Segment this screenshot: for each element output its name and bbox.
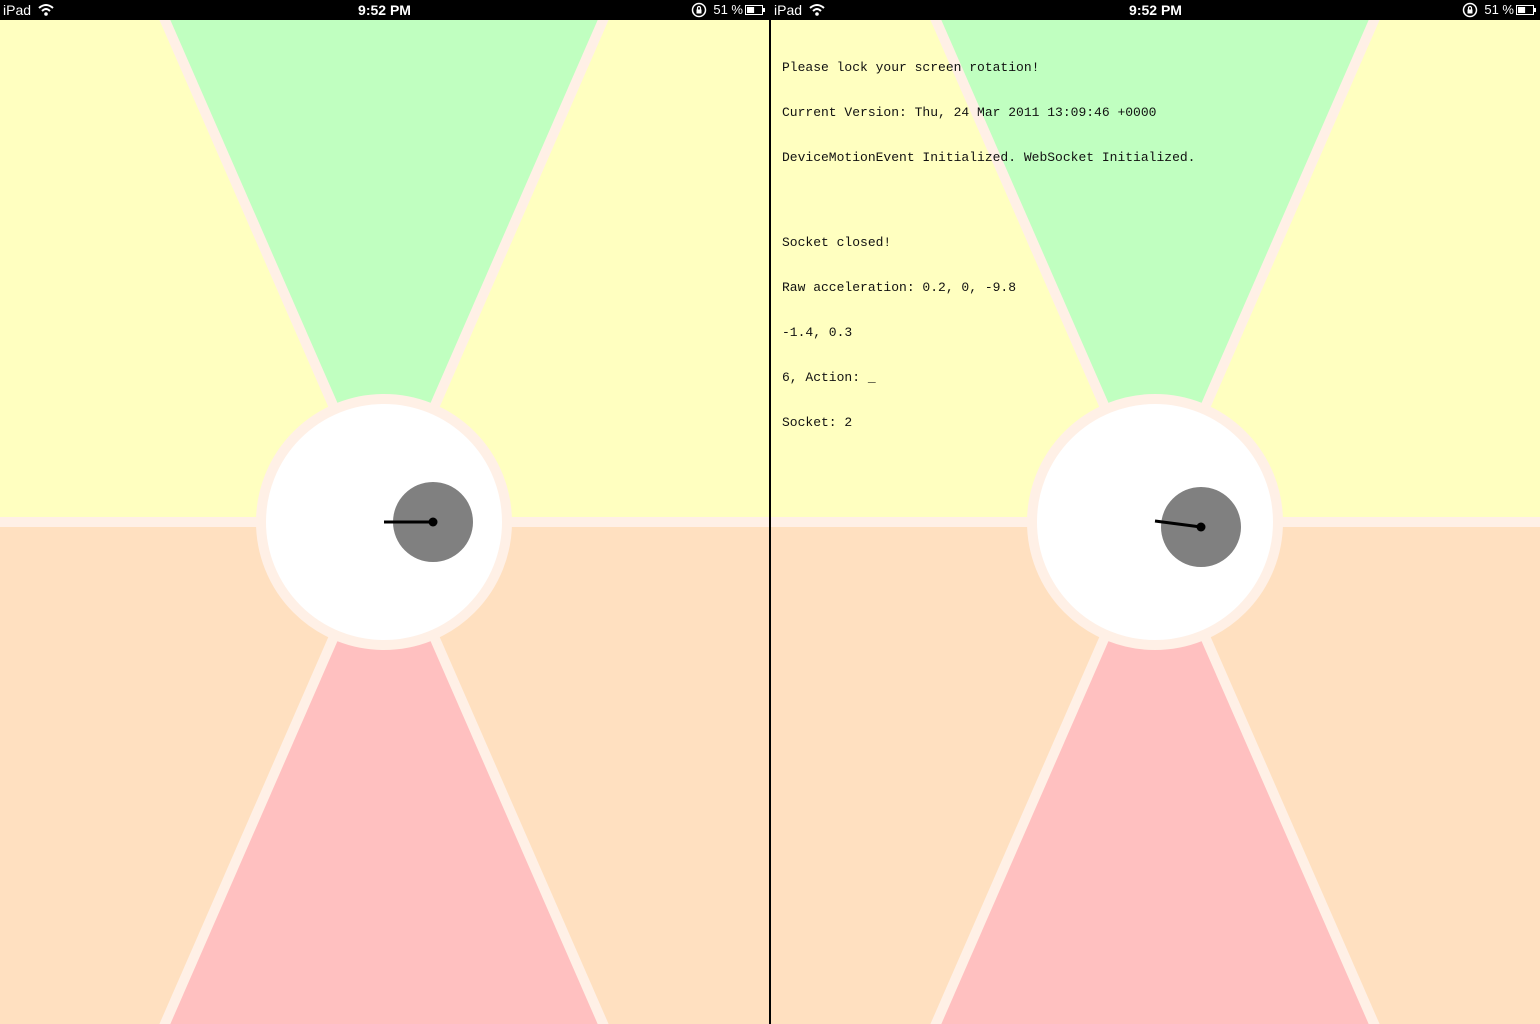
console-line: Please lock your screen rotation!	[782, 60, 1040, 75]
battery-icon	[745, 5, 765, 15]
clock-time: 9:52 PM	[358, 2, 411, 18]
ipad-screen-left: iPad 9:52 PM 51 %	[0, 0, 769, 1024]
controller-area[interactable]	[0, 20, 769, 1024]
console-gap	[782, 195, 1195, 205]
clock-time: 9:52 PM	[1129, 2, 1182, 18]
needle-pivot	[1196, 522, 1206, 532]
rotation-lock-icon	[1462, 2, 1478, 18]
console-line: Socket closed!	[782, 235, 892, 250]
status-bar: iPad 9:52 PM 51 %	[0, 0, 769, 20]
console-line: DeviceMotionEvent Initialized. WebSocket…	[782, 150, 1196, 165]
console-line: -1.4, 0.3	[782, 325, 853, 340]
battery-icon	[1516, 5, 1536, 15]
debug-console: Please lock your screen rotation! Curren…	[782, 30, 1195, 460]
battery-percent: 51 %	[713, 2, 743, 17]
rotation-lock-icon	[691, 2, 707, 18]
direction-field[interactable]	[0, 20, 769, 1024]
battery-percent: 51 %	[1484, 2, 1514, 17]
console-line: 6, Action: _	[782, 370, 876, 385]
controller-area[interactable]: Please lock your screen rotation! Curren…	[771, 20, 1540, 1024]
ipad-screen-right: iPad 9:52 PM 51 % Please lock your scree…	[771, 0, 1540, 1024]
console-line: Raw acceleration: 0.2, 0, -9.8	[782, 280, 1017, 295]
needle-pivot	[428, 517, 438, 527]
status-bar: iPad 9:52 PM 51 %	[771, 0, 1540, 20]
console-line: Socket: 2	[782, 415, 853, 430]
console-line: Current Version: Thu, 24 Mar 2011 13:09:…	[782, 105, 1157, 120]
